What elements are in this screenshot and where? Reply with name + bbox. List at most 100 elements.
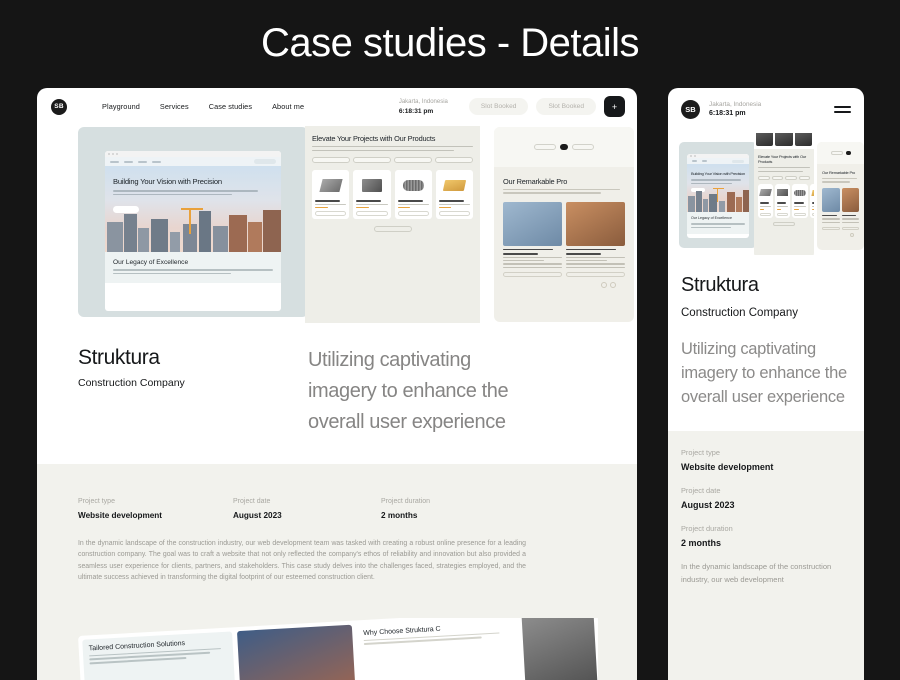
product-card[interactable] bbox=[353, 170, 391, 219]
meta-value: August 2023 bbox=[681, 500, 735, 510]
meta-value: Website development bbox=[78, 511, 163, 520]
meta-value: 2 months bbox=[681, 538, 722, 548]
project-grid bbox=[822, 187, 859, 230]
slot-booked-button-1[interactable]: Slot Booked bbox=[468, 98, 529, 115]
view-all-products-button[interactable] bbox=[373, 225, 412, 232]
legacy-heading: Our Legacy of Excellence bbox=[691, 216, 732, 220]
browser-window-1: Building Your Vision with Precision Our … bbox=[687, 154, 749, 238]
logo-sb-icon[interactable]: SB bbox=[51, 98, 67, 115]
products-section: Elevate Your Projects with Our Products bbox=[754, 149, 814, 255]
nav-item-about-me[interactable]: About me bbox=[272, 102, 304, 111]
mobile-mockup-strip: Building Your Vision with Precision Our … bbox=[668, 133, 864, 255]
projects-heading: Our Remarkable Pro bbox=[822, 170, 856, 175]
hamburger-menu-icon[interactable] bbox=[834, 106, 851, 113]
products-heading: Elevate Your Projects with Our Products bbox=[758, 154, 807, 164]
view-all-products-button[interactable] bbox=[773, 221, 795, 226]
product-image-concrete-blocks bbox=[356, 173, 387, 197]
product-grid bbox=[312, 170, 473, 219]
product-card[interactable] bbox=[435, 170, 473, 219]
meta-project-type: Project type Website development bbox=[78, 496, 233, 522]
hero-heading-1: Building Your Vision with Precision bbox=[113, 177, 222, 186]
meta-label: Project date bbox=[233, 498, 271, 505]
project-tagline: Utilizing captivating imagery to enhance… bbox=[681, 340, 847, 406]
meta-project-date: Project date August 2023 bbox=[681, 485, 851, 512]
case-study-paragraph: In the dynamic landscape of the construc… bbox=[78, 540, 526, 582]
tilted-panel-solutions: Tailored Construction Solutions bbox=[82, 631, 239, 680]
meta-project-type: Project type Website development bbox=[681, 447, 851, 474]
project-card[interactable] bbox=[822, 187, 840, 230]
nav-item-playground[interactable]: Playground bbox=[102, 102, 140, 111]
tilted-panel-why-choose: Why Choose Struktura C bbox=[356, 618, 523, 680]
nav-item-services[interactable]: Services bbox=[160, 102, 189, 111]
hero-image-skyline: Building Your Vision with Precision bbox=[687, 164, 749, 212]
products-section: Elevate Your Projects with Our Products bbox=[305, 126, 480, 323]
product-card[interactable] bbox=[312, 170, 350, 219]
desktop-preview-panel: SB Playground Services Case studies Abou… bbox=[37, 88, 637, 680]
product-filter-chips bbox=[312, 157, 473, 163]
product-card[interactable] bbox=[758, 184, 773, 218]
add-plus-button[interactable]: + bbox=[604, 96, 625, 117]
project-image-bridge bbox=[841, 187, 859, 212]
page-title: Case studies - Details bbox=[260, 21, 640, 65]
products-heading: Elevate Your Projects with Our Products bbox=[312, 134, 436, 143]
desktop-mockup-strip: Building Your Vision with Precision Our … bbox=[37, 125, 637, 323]
slot-booked-button-2[interactable]: Slot Booked bbox=[536, 98, 596, 115]
feature-tiles bbox=[754, 133, 814, 146]
product-card[interactable] bbox=[810, 184, 814, 218]
mockup-frame-3: Our Remarkable Pro bbox=[494, 127, 634, 322]
brand-name: Struktura bbox=[681, 274, 759, 296]
meta-project-duration: Project duration 2 months bbox=[381, 496, 596, 522]
browser-window-1: Building Your Vision with Precision Our … bbox=[105, 151, 281, 311]
mobile-details-section: Project type Website development Project… bbox=[668, 431, 864, 680]
hero-heading-1: Building Your Vision with Precision bbox=[691, 171, 746, 176]
meta-label: Project date bbox=[681, 486, 721, 495]
meta-project-duration: Project duration 2 months bbox=[681, 523, 851, 550]
time-label: 6:18:31 pm bbox=[398, 107, 434, 115]
logo-sb-icon[interactable]: SB bbox=[681, 100, 700, 119]
meta-value: August 2023 bbox=[233, 511, 282, 520]
meta-value: Website development bbox=[681, 462, 774, 472]
project-grid bbox=[503, 201, 625, 277]
skyline-graphic bbox=[105, 206, 281, 252]
desktop-navbar: SB Playground Services Case studies Abou… bbox=[37, 88, 637, 125]
project-card[interactable] bbox=[841, 187, 859, 230]
desktop-nav-links: Playground Services Case studies About m… bbox=[102, 102, 304, 111]
time-label: 6:18:31 pm bbox=[709, 110, 746, 117]
desktop-intro-row: Struktura Construction Company Utilizing… bbox=[37, 323, 637, 438]
projects-main: Our Remarkable Pro bbox=[494, 167, 634, 298]
tilted-panel-photo bbox=[521, 618, 598, 680]
mockup-frame-1: Building Your Vision with Precision Our … bbox=[78, 127, 308, 317]
meta-project-date: Project date August 2023 bbox=[233, 496, 381, 522]
product-image-steel-beams bbox=[759, 186, 772, 199]
product-filter-chips bbox=[758, 176, 810, 180]
skyline-graphic bbox=[687, 186, 749, 212]
brand-subtitle: Construction Company bbox=[78, 377, 185, 389]
product-card[interactable] bbox=[394, 170, 432, 219]
carousel-controls[interactable] bbox=[822, 230, 859, 237]
product-card[interactable] bbox=[792, 184, 808, 218]
project-card[interactable] bbox=[566, 201, 625, 277]
location-clock: Jakarta, Indonesia 6:18:31 pm bbox=[709, 100, 761, 119]
legacy-section: Our Legacy of Excellence bbox=[105, 252, 281, 283]
hero-image-skyline: Building Your Vision with Precision bbox=[105, 166, 281, 252]
mobile-navbar: SB Jakarta, Indonesia 6:18:31 pm bbox=[668, 88, 864, 129]
site-navbar bbox=[105, 157, 281, 166]
bottom-tilted-mockups: Tailored Construction Solutions Why Choo… bbox=[78, 618, 598, 680]
meta-label: Project duration bbox=[381, 498, 431, 505]
product-image-concrete-blocks bbox=[777, 186, 788, 199]
mobile-mockup-frame-2: Elevate Your Projects with Our Products bbox=[754, 133, 814, 255]
hero-subtext bbox=[113, 190, 258, 197]
mobile-brand-block: Struktura Construction Company bbox=[668, 255, 864, 321]
product-card[interactable] bbox=[775, 184, 790, 218]
meta-label: Project duration bbox=[681, 524, 733, 533]
legacy-heading: Our Legacy of Excellence bbox=[113, 259, 189, 266]
product-image-steel-beams bbox=[315, 173, 346, 197]
project-image-office-tower bbox=[822, 187, 840, 212]
project-card[interactable] bbox=[503, 201, 562, 277]
mockup-frame-2: Elevate Your Projects with Our Products bbox=[305, 125, 480, 323]
carousel-controls[interactable] bbox=[503, 277, 625, 288]
project-tagline: Utilizing captivating imagery to enhance… bbox=[308, 349, 509, 433]
product-image-concrete-cement bbox=[398, 173, 429, 197]
tilted-panel-image bbox=[236, 624, 359, 680]
nav-item-case-studies[interactable]: Case studies bbox=[209, 102, 252, 111]
